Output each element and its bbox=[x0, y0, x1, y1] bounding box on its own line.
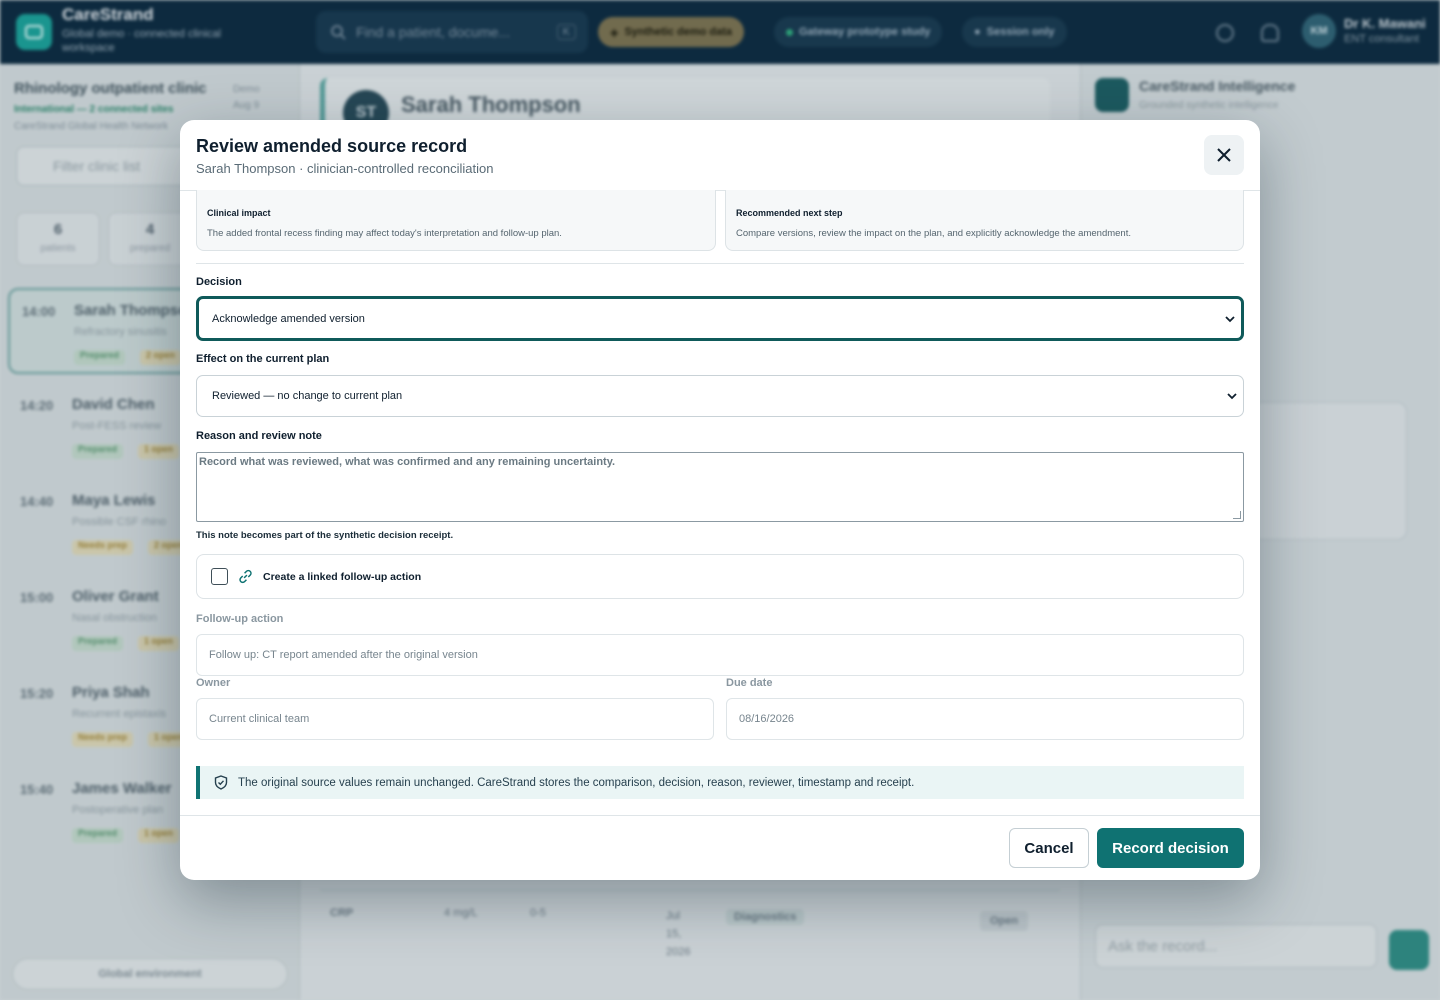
due-date-input[interactable]: 08/16/2026 bbox=[726, 698, 1244, 740]
divider bbox=[196, 263, 1244, 264]
owner-input[interactable]: Current clinical team bbox=[196, 698, 714, 740]
next-step-card: Recommended next step Compare versions, … bbox=[725, 190, 1244, 251]
clinical-impact-card: Clinical impact The added frontal recess… bbox=[196, 190, 716, 251]
decision-label: Decision bbox=[196, 276, 242, 288]
followup-checkbox-row[interactable]: Create a linked follow-up action bbox=[196, 554, 1244, 599]
followup-action-input[interactable]: Follow up: CT report amended after the o… bbox=[196, 634, 1244, 676]
chevron-down-icon bbox=[1225, 315, 1235, 322]
effect-value: Reviewed — no change to current plan bbox=[212, 390, 403, 402]
reason-hint: This note becomes part of the synthetic … bbox=[196, 530, 454, 541]
followup-checkbox[interactable] bbox=[211, 568, 228, 585]
owner-label: Owner bbox=[196, 677, 231, 689]
followup-checkbox-label: Create a linked follow-up action bbox=[263, 570, 422, 583]
reason-textarea[interactable]: Record what was reviewed, what was confi… bbox=[196, 452, 1244, 522]
decision-select[interactable]: Acknowledge amended version bbox=[196, 296, 1244, 341]
next-step-text: Compare versions, review the impact on t… bbox=[736, 228, 1131, 239]
reason-label: Reason and review note bbox=[196, 430, 322, 442]
decision-value: Acknowledge amended version bbox=[212, 312, 365, 325]
link-icon bbox=[239, 569, 252, 584]
due-date-label: Due date bbox=[726, 677, 773, 689]
resize-handle-icon[interactable] bbox=[1233, 511, 1241, 519]
dialog-title: Review amended source record bbox=[196, 136, 468, 156]
record-decision-button[interactable]: Record decision bbox=[1097, 828, 1244, 868]
effect-select[interactable]: Reviewed — no change to current plan bbox=[196, 375, 1244, 417]
next-step-title: Recommended next step bbox=[736, 208, 843, 218]
note-text: The original source values remain unchan… bbox=[238, 776, 915, 789]
effect-label: Effect on the current plan bbox=[196, 353, 330, 365]
clinical-impact-text: The added frontal recess finding may aff… bbox=[207, 228, 562, 239]
source-preservation-note: The original source values remain unchan… bbox=[196, 766, 1244, 799]
divider bbox=[180, 815, 1260, 816]
chevron-down-icon bbox=[1227, 393, 1237, 400]
close-icon bbox=[1217, 148, 1231, 162]
reason-placeholder: Record what was reviewed, what was confi… bbox=[199, 456, 616, 468]
cancel-button[interactable]: Cancel bbox=[1009, 828, 1089, 868]
review-amended-record-dialog: Review amended source record Sarah Thomp… bbox=[180, 120, 1260, 880]
clinical-impact-title: Clinical impact bbox=[207, 208, 271, 218]
close-button[interactable] bbox=[1204, 135, 1244, 175]
shield-check-icon bbox=[214, 775, 228, 790]
dialog-subtitle: Sarah Thompson · clinician-controlled re… bbox=[196, 161, 494, 176]
followup-action-label: Follow-up action bbox=[196, 613, 284, 625]
